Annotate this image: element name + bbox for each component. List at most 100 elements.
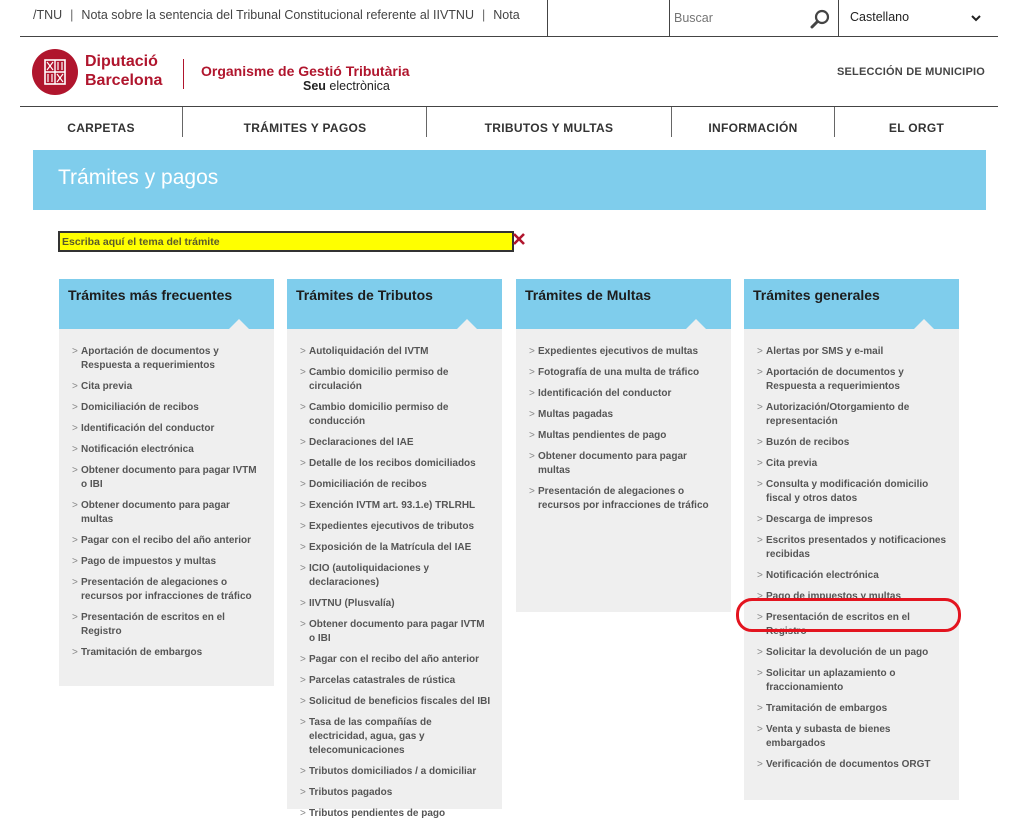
procedure-link[interactable]: Expedientes ejecutivos de multas	[529, 345, 721, 359]
search-icon[interactable]	[810, 9, 830, 29]
procedure-list: Aportación de documentos y Respuesta a r…	[59, 329, 274, 677]
procedure-link[interactable]: Identificación del conductor	[529, 387, 721, 401]
card-multas: Trámites de Multas Expedientes ejecutivo…	[516, 279, 731, 612]
procedure-link[interactable]: Pagar con el recibo del año anterior	[300, 653, 492, 667]
procedure-link[interactable]: Cita previa	[757, 457, 949, 471]
procedure-link[interactable]: Expedientes ejecutivos de tributos	[300, 520, 492, 534]
nav-carpetas[interactable]: CARPETAS	[20, 107, 182, 149]
logo-text[interactable]: Diputació	[85, 53, 158, 70]
procedure-link[interactable]: Domiciliación de recibos	[300, 478, 492, 492]
search-input[interactable]	[672, 8, 811, 28]
procedure-link[interactable]: Autoliquidación del IVTM	[300, 345, 492, 359]
seu-electronica-label: Seu electrònica	[303, 79, 390, 93]
procedure-link[interactable]: Exposición de la Matrícula del IAE	[300, 541, 492, 555]
procedure-link[interactable]: Pago de impuestos y multas	[72, 555, 264, 569]
procedure-link[interactable]: Verificación de documentos ORGT	[757, 758, 949, 772]
procedure-link[interactable]: Declaraciones del IAE	[300, 436, 492, 450]
procedure-link[interactable]: Obtener documento para pagar multas	[529, 450, 721, 478]
procedure-link[interactable]: Identificación del conductor	[72, 422, 264, 436]
card-title: Trámites más frecuentes	[68, 287, 233, 303]
language-select[interactable]: Castellano	[850, 10, 985, 28]
card-tributos: Trámites de Tributos Autoliquidación del…	[287, 279, 502, 821]
card-header: Trámites de Tributos	[287, 279, 502, 330]
procedure-link[interactable]: Notificación electrónica	[757, 569, 949, 583]
procedure-link[interactable]: Cita previa	[72, 380, 264, 394]
card-generales: Trámites generales Alertas por SMS y e-m…	[744, 279, 959, 800]
procedure-link[interactable]: Consulta y modificación domicilio fiscal…	[757, 478, 949, 506]
procedure-link[interactable]: Obtener documento para pagar multas	[72, 499, 264, 527]
site-header: Diputació Barcelona Organisme de Gestió …	[0, 37, 1011, 107]
procedure-link[interactable]: Domiciliación de recibos	[72, 401, 264, 415]
card-title: Trámites de Multas	[525, 287, 652, 303]
procedure-link[interactable]: Detalle de los recibos domiciliados	[300, 457, 492, 471]
nav-informacion[interactable]: INFORMACIÓN	[672, 107, 834, 149]
procedure-link[interactable]: Cambio domicilio permiso de conducción	[300, 401, 492, 429]
procedure-link[interactable]: Presentación de alegaciones o recursos p…	[529, 485, 721, 513]
card-header: Trámites generales	[744, 279, 959, 330]
procedure-link[interactable]: Aportación de documentos y Respuesta a r…	[757, 366, 949, 394]
procedure-link[interactable]: Venta y subasta de bienes embargados	[757, 723, 949, 751]
card-header: Trámites de Multas	[516, 279, 731, 330]
procedure-link[interactable]: Presentación de escritos en el Registro	[72, 611, 264, 639]
procedure-link[interactable]: Alertas por SMS y e-mail	[757, 345, 949, 359]
procedure-link[interactable]: IIVTNU (Plusvalía)	[300, 597, 492, 611]
procedure-link[interactable]: Tramitación de embargos	[757, 702, 949, 716]
procedures-panel: Trámites más frecuentes Aportación de do…	[33, 210, 986, 821]
card-header: Trámites más frecuentes	[59, 279, 274, 330]
main-nav: CARPETAS TRÁMITES Y PAGOS TRIBUTOS Y MUL…	[20, 107, 998, 149]
procedure-link[interactable]: Descarga de impresos	[757, 513, 949, 527]
procedure-link[interactable]: Autorización/Otorgamiento de representac…	[757, 401, 949, 429]
page-title: Trámites y pagos	[58, 166, 219, 189]
card-notch	[456, 319, 478, 330]
ticker-item[interactable]: /TNU	[33, 8, 62, 22]
procedure-link[interactable]: Fotografía de una multa de tráfico	[529, 366, 721, 380]
procedure-link[interactable]: Tributos pendientes de pago	[300, 807, 492, 821]
procedure-link[interactable]: Presentación de alegaciones o recursos p…	[72, 576, 264, 604]
procedure-link[interactable]: Obtener documento para pagar IVTM o IBI	[300, 618, 492, 646]
procedure-link[interactable]: Multas pendientes de pago	[529, 429, 721, 443]
close-icon[interactable]	[512, 232, 526, 246]
card-frequent: Trámites más frecuentes Aportación de do…	[59, 279, 274, 686]
diputacio-logo-icon[interactable]	[32, 49, 78, 95]
procedure-link[interactable]: Aportación de documentos y Respuesta a r…	[72, 345, 264, 373]
select-municipality-link[interactable]: SELECCIÓN DE MUNICIPIO	[837, 66, 985, 78]
card-title: Trámites generales	[753, 287, 880, 303]
language-value: Castellano	[850, 10, 910, 24]
procedure-link[interactable]: Tributos domiciliados / a domiciliar	[300, 765, 492, 779]
procedure-link[interactable]: Tramitación de embargos	[72, 646, 264, 660]
card-title: Trámites de Tributos	[296, 287, 433, 303]
nav-tributos-multas[interactable]: TRIBUTOS Y MULTAS	[427, 107, 671, 149]
procedure-link[interactable]: Tasa de las compañías de electricidad, a…	[300, 716, 492, 758]
ticker-item[interactable]: Nota	[493, 8, 519, 22]
procedure-link[interactable]: Tributos pagados	[300, 786, 492, 800]
procedure-link[interactable]: Presentación de escritos en el Registro	[757, 611, 949, 639]
procedure-link[interactable]: Buzón de recibos	[757, 436, 949, 450]
procedure-link[interactable]: Cambio domicilio permiso de circulación	[300, 366, 492, 394]
procedure-link[interactable]: Notificación electrónica	[72, 443, 264, 457]
procedure-link[interactable]: Solicitar la devolución de un pago	[757, 646, 949, 660]
ticker-item[interactable]: Nota sobre la sentencia del Tribunal Con…	[81, 8, 474, 22]
procedure-filter-input[interactable]	[58, 231, 514, 252]
card-notch	[913, 319, 935, 330]
procedure-link[interactable]: Exención IVTM art. 93.1.e) TRLRHL	[300, 499, 492, 513]
news-ticker: /TNU | Nota sobre la sentencia del Tribuna…	[0, 0, 545, 36]
procedure-link[interactable]: Obtener documento para pagar IVTM o IBI	[72, 464, 264, 492]
org-name[interactable]: Organisme de Gestió Tributària	[201, 63, 410, 79]
seu-bold: Seu	[303, 79, 326, 93]
nav-el-orgt[interactable]: EL ORGT	[835, 107, 998, 149]
logo-text[interactable]: Barcelona	[85, 72, 162, 89]
divider	[547, 0, 548, 36]
procedure-link[interactable]: Pago de impuestos y multas	[757, 590, 949, 604]
procedure-list: Expedientes ejecutivos de multas Fotograf…	[516, 329, 731, 530]
nav-tramites-pagos[interactable]: TRÁMITES Y PAGOS	[183, 107, 427, 149]
main-content: Trámites y pagos Trámites más frecuentes…	[33, 150, 986, 821]
top-bar: /TNU | Nota sobre la sentencia del Tribuna…	[0, 0, 1011, 37]
procedure-link[interactable]: Solicitud de beneficios fiscales del IBI	[300, 695, 492, 709]
procedure-link[interactable]: ICIO (autoliquidaciones y declaraciones)	[300, 562, 492, 590]
procedure-link[interactable]: Pagar con el recibo del año anterior	[72, 534, 264, 548]
procedure-link[interactable]: Multas pagadas	[529, 408, 721, 422]
procedure-link[interactable]: Solicitar un aplazamiento o fraccionamie…	[757, 667, 949, 695]
procedure-link[interactable]: Escritos presentados y notificaciones re…	[757, 534, 949, 562]
procedure-link[interactable]: Parcelas catastrales de rústica	[300, 674, 492, 688]
chevron-down-icon	[971, 15, 981, 22]
